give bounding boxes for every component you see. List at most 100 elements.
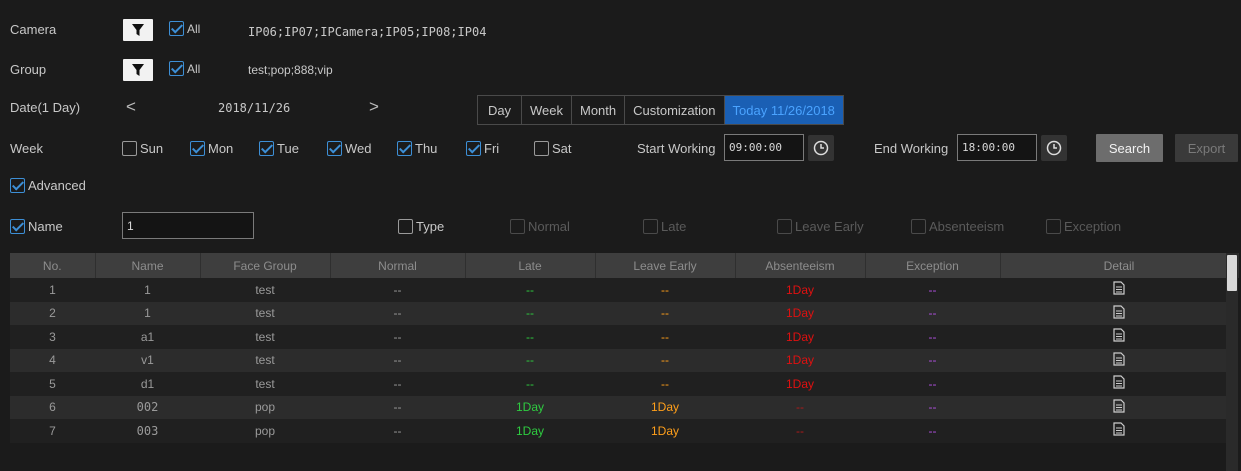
- cell-detail[interactable]: [1000, 395, 1238, 419]
- end-time-picker-button[interactable]: [1041, 135, 1067, 161]
- camera-filter-button[interactable]: [123, 19, 153, 41]
- checkbox-box: [122, 141, 137, 156]
- table-row[interactable]: 4 v1 test -- -- -- 1Day --: [10, 348, 1238, 372]
- document-icon[interactable]: [1113, 399, 1125, 413]
- document-icon[interactable]: [1113, 305, 1125, 319]
- type-leave-early-checkbox[interactable]: Leave Early: [777, 219, 864, 234]
- tab-today[interactable]: Today 11/26/2018: [724, 96, 843, 124]
- date-range-tabs: Day Week Month Customization Today 11/26…: [477, 95, 844, 125]
- group-all-checkbox[interactable]: All: [169, 61, 200, 76]
- group-filter-button[interactable]: [123, 59, 153, 81]
- cell-group: test: [200, 301, 330, 325]
- type-late-checkbox[interactable]: Late: [643, 219, 686, 234]
- document-icon[interactable]: [1113, 422, 1125, 436]
- name-filter-checkbox[interactable]: Name: [10, 219, 63, 234]
- week-day-tue[interactable]: Tue: [259, 141, 299, 156]
- cell-exception: --: [865, 325, 1000, 349]
- cell-absenteeism: 1Day: [735, 325, 865, 349]
- checkbox-box: [534, 141, 549, 156]
- column-header[interactable]: No.: [10, 253, 96, 278]
- cell-absenteeism: 1Day: [735, 278, 865, 302]
- cell-detail[interactable]: [1000, 301, 1238, 325]
- document-icon[interactable]: [1113, 281, 1125, 295]
- table-row[interactable]: 7 003 pop -- 1Day 1Day -- --: [10, 419, 1238, 443]
- week-day-mon[interactable]: Mon: [190, 141, 233, 156]
- date-next-button[interactable]: >: [369, 97, 379, 117]
- tab-month[interactable]: Month: [572, 96, 626, 124]
- column-header[interactable]: Leave Early: [595, 253, 736, 278]
- camera-selected-text: IP06;IP07;IPCamera;IP05;IP08;IP04: [248, 25, 487, 39]
- week-day-fri[interactable]: Fri: [466, 141, 499, 156]
- search-button[interactable]: Search: [1096, 134, 1163, 162]
- week-day-label: Wed: [345, 141, 372, 156]
- cell-group: test: [200, 348, 330, 372]
- table-row[interactable]: 5 d1 test -- -- -- 1Day --: [10, 372, 1238, 396]
- cell-absenteeism: --: [735, 419, 865, 443]
- column-header[interactable]: Absenteeism: [735, 253, 866, 278]
- cell-name: 003: [95, 419, 200, 443]
- date-prev-button[interactable]: <: [126, 97, 136, 117]
- type-option-label: Leave Early: [795, 219, 864, 234]
- start-working-input[interactable]: 09:00:00: [724, 134, 804, 161]
- cell-normal: --: [330, 372, 465, 396]
- column-header[interactable]: Name: [95, 253, 201, 278]
- scrollbar-thumb[interactable]: [1227, 255, 1237, 291]
- table-row[interactable]: 3 a1 test -- -- -- 1Day --: [10, 325, 1238, 349]
- column-header[interactable]: Exception: [865, 253, 1001, 278]
- name-filter-input[interactable]: 1: [122, 212, 254, 239]
- date-value: 2018/11/26: [218, 101, 291, 115]
- column-header[interactable]: Normal: [330, 253, 466, 278]
- cell-detail[interactable]: [1000, 419, 1238, 443]
- table-row[interactable]: 6 002 pop -- 1Day 1Day -- --: [10, 395, 1238, 419]
- cell-leave-early: --: [595, 301, 735, 325]
- week-day-sun[interactable]: Sun: [122, 141, 163, 156]
- checkbox-box: [397, 141, 412, 156]
- column-header[interactable]: Face Group: [200, 253, 331, 278]
- document-icon[interactable]: [1113, 375, 1125, 389]
- week-label: Week: [10, 141, 43, 156]
- tab-week[interactable]: Week: [522, 96, 572, 124]
- start-time-picker-button[interactable]: [808, 135, 834, 161]
- funnel-icon: [132, 24, 144, 36]
- type-option-label: Normal: [528, 219, 570, 234]
- type-filter-checkbox[interactable]: Type: [398, 219, 444, 234]
- cell-no: 2: [10, 301, 95, 325]
- export-button[interactable]: Export: [1175, 134, 1238, 162]
- table-row[interactable]: 2 1 test -- -- -- 1Day --: [10, 301, 1238, 325]
- cell-absenteeism: 1Day: [735, 301, 865, 325]
- cell-no: 7: [10, 419, 95, 443]
- cell-leave-early: --: [595, 278, 735, 302]
- cell-exception: --: [865, 301, 1000, 325]
- cell-exception: --: [865, 419, 1000, 443]
- type-normal-checkbox[interactable]: Normal: [510, 219, 570, 234]
- week-day-wed[interactable]: Wed: [327, 141, 372, 156]
- cell-detail[interactable]: [1000, 278, 1238, 302]
- group-label: Group: [10, 62, 47, 77]
- document-icon[interactable]: [1113, 352, 1125, 366]
- document-icon[interactable]: [1113, 328, 1125, 342]
- type-absenteeism-checkbox[interactable]: Absenteeism: [911, 219, 1004, 234]
- camera-all-checkbox[interactable]: All: [169, 21, 200, 36]
- advanced-checkbox[interactable]: Advanced: [10, 178, 86, 193]
- table-row[interactable]: 1 1 test -- -- -- 1Day --: [10, 278, 1238, 302]
- week-day-sat[interactable]: Sat: [534, 141, 572, 156]
- type-option-label: Late: [661, 219, 687, 234]
- camera-all-label: All: [187, 21, 201, 36]
- tab-day[interactable]: Day: [478, 96, 522, 124]
- checkbox-box: [777, 219, 792, 234]
- table-scrollbar[interactable]: [1226, 253, 1238, 471]
- funnel-icon: [132, 64, 144, 76]
- cell-detail[interactable]: [1000, 325, 1238, 349]
- type-exception-checkbox[interactable]: Exception: [1046, 219, 1121, 234]
- column-header[interactable]: Detail: [1000, 253, 1239, 278]
- tab-customization[interactable]: Customization: [625, 96, 725, 124]
- cell-detail[interactable]: [1000, 348, 1238, 372]
- cell-leave-early: --: [595, 372, 735, 396]
- week-day-label: Mon: [208, 141, 234, 156]
- week-day-thu[interactable]: Thu: [397, 141, 437, 156]
- cell-no: 3: [10, 325, 95, 349]
- checkbox-box: [10, 178, 25, 193]
- end-working-input[interactable]: 18:00:00: [957, 134, 1037, 161]
- column-header[interactable]: Late: [465, 253, 596, 278]
- cell-detail[interactable]: [1000, 372, 1238, 396]
